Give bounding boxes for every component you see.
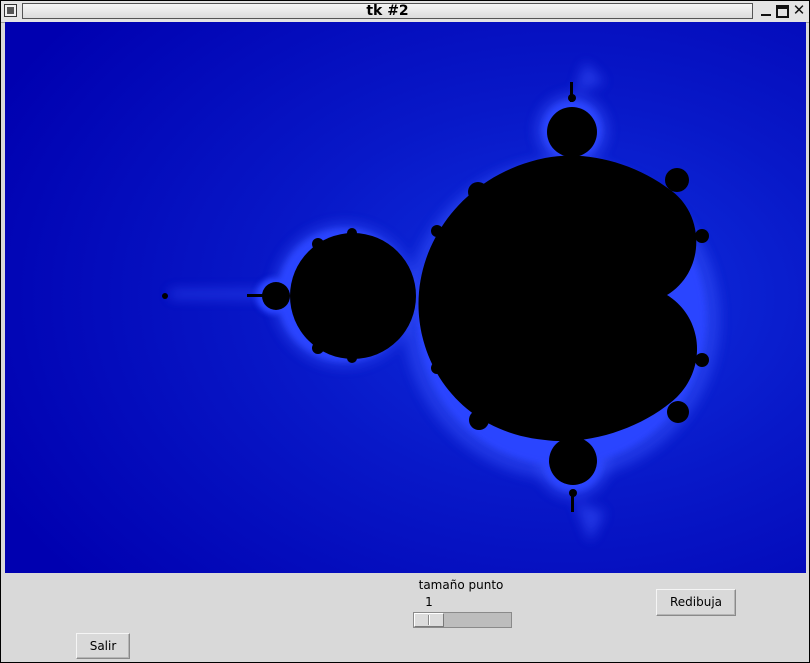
app-window: tk #2 ✕ tamaño punto 1 Redibuja Salir xyxy=(0,0,810,663)
quit-button[interactable]: Salir xyxy=(76,633,130,659)
title-bar[interactable]: tk #2 ✕ xyxy=(1,1,809,23)
minimize-icon[interactable] xyxy=(759,4,773,18)
window-menu-icon[interactable] xyxy=(4,4,17,17)
redraw-button[interactable]: Redibuja xyxy=(656,589,736,616)
mandelbrot-image xyxy=(5,22,806,573)
slider-thumb[interactable] xyxy=(414,613,444,627)
maximize-icon[interactable] xyxy=(776,5,789,18)
point-size-slider[interactable] xyxy=(413,612,512,628)
mandelbrot-canvas[interactable] xyxy=(5,22,806,573)
point-size-value: 1 xyxy=(425,595,433,609)
title-field[interactable]: tk #2 xyxy=(22,3,753,19)
point-size-label: tamaño punto xyxy=(418,578,504,592)
close-icon[interactable]: ✕ xyxy=(792,3,806,18)
window-title: tk #2 xyxy=(366,3,409,19)
